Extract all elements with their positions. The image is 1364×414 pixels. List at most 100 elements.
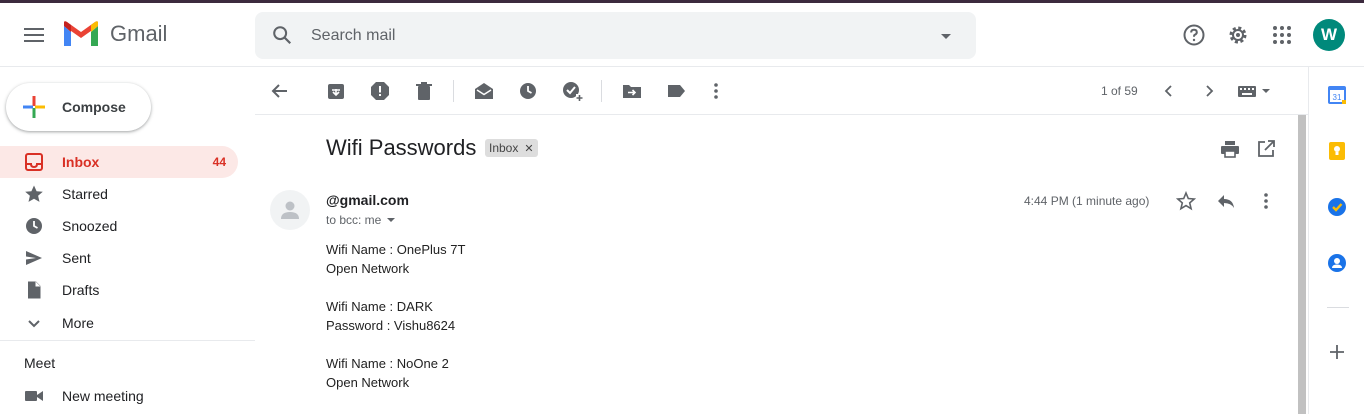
star-icon[interactable] — [1176, 191, 1196, 211]
keep-notes-icon[interactable] — [1327, 141, 1347, 161]
message-view: 1 of 59 Wifi Passwords Inbox ✕ @gmail.co… — [255, 67, 1308, 414]
recipient-line[interactable]: to bcc: me — [326, 213, 397, 227]
top-header: Gmail Search mail W — [0, 3, 1364, 67]
sender-email[interactable]: @gmail.com — [326, 192, 409, 208]
arrow-left-icon — [271, 84, 287, 98]
star-icon — [25, 185, 43, 202]
settings-gear-icon[interactable] — [1226, 23, 1250, 47]
sidebar-item-label: More — [62, 315, 94, 331]
email-body: Wifi Name : OnePlus 7T Open Network Wifi… — [326, 240, 465, 392]
label-chip-text: Inbox — [489, 141, 519, 155]
main-menu-button[interactable] — [18, 19, 50, 51]
toolbar-divider — [453, 80, 454, 102]
clock-icon — [520, 83, 536, 99]
scrollbar-thumb[interactable] — [1298, 115, 1306, 414]
newer-button[interactable] — [1157, 79, 1181, 103]
archive-icon — [328, 84, 344, 99]
more-actions-button[interactable] — [704, 79, 728, 103]
search-options-icon[interactable] — [936, 26, 956, 46]
inbox-label-chip[interactable]: Inbox ✕ — [485, 139, 538, 157]
gmail-logo[interactable]: Gmail — [62, 20, 167, 48]
person-icon — [281, 201, 299, 219]
body-line: Wifi Name : DARK — [326, 299, 433, 314]
more-vert-icon — [714, 83, 718, 99]
delete-button[interactable] — [412, 79, 436, 103]
mark-unread-button[interactable] — [472, 79, 496, 103]
input-tools-button[interactable] — [1235, 79, 1275, 103]
unread-count-badge: 44 — [212, 155, 226, 169]
back-button[interactable] — [268, 79, 292, 103]
send-icon — [26, 251, 42, 265]
keyboard-icon — [1238, 86, 1270, 97]
archive-button[interactable] — [324, 79, 348, 103]
snooze-button[interactable] — [516, 79, 540, 103]
contacts-icon[interactable] — [1327, 253, 1347, 273]
side-panel: 31 — [1308, 67, 1364, 414]
labels-button[interactable] — [664, 79, 688, 103]
sidebar-item-label: Sent — [62, 250, 91, 266]
body-blank-line — [326, 335, 465, 354]
calendar-icon[interactable]: 31 — [1327, 85, 1347, 105]
draft-icon — [28, 281, 41, 299]
account-avatar[interactable]: W — [1313, 19, 1345, 51]
chevron-right-icon — [1206, 85, 1214, 97]
clock-icon — [26, 218, 42, 234]
tasks-icon[interactable] — [1327, 197, 1347, 217]
video-camera-icon — [25, 391, 43, 401]
search-bar[interactable]: Search mail — [255, 12, 976, 59]
sidebar-item-label: Inbox — [62, 154, 100, 170]
body-line: Password : Vishu8624 — [326, 318, 456, 333]
older-button[interactable] — [1197, 79, 1221, 103]
sender-avatar[interactable] — [270, 190, 310, 230]
recipient-text: to bcc: me — [326, 213, 382, 227]
sidebar: Compose Inbox 44 Starred Snoozed Sent Dr… — [0, 67, 255, 414]
hamburger-icon — [24, 28, 44, 42]
body-line: Open Network — [326, 261, 410, 276]
mark-unread-icon — [475, 83, 493, 99]
email-subject: Wifi Passwords — [326, 135, 477, 160]
more-vert-icon[interactable] — [1256, 191, 1276, 211]
sidebar-item-snoozed[interactable]: Snoozed — [0, 210, 238, 242]
gmail-m-icon — [64, 21, 98, 46]
body-line: Open Network — [326, 375, 410, 390]
sidebar-item-sent[interactable]: Sent — [0, 242, 238, 274]
apps-grid-icon[interactable] — [1270, 23, 1294, 47]
svg-text:31: 31 — [1333, 93, 1342, 102]
toolbar-divider — [601, 80, 602, 102]
inbox-icon — [25, 153, 43, 171]
label-icon — [668, 85, 685, 97]
report-spam-button[interactable] — [368, 79, 392, 103]
sidebar-item-starred[interactable]: Starred — [0, 178, 238, 210]
message-toolbar: 1 of 59 — [255, 67, 1308, 115]
sidebar-item-inbox[interactable]: Inbox 44 — [0, 146, 238, 178]
chevron-down-icon[interactable] — [385, 214, 397, 226]
sidebar-item-more[interactable]: More — [0, 307, 238, 339]
meet-section-title: Meet — [24, 355, 56, 371]
chevron-left-icon — [1164, 85, 1172, 97]
app-name: Gmail — [110, 21, 168, 46]
new-meeting-button[interactable]: New meeting — [0, 380, 238, 412]
add-task-icon — [563, 82, 583, 101]
side-panel-divider — [1327, 307, 1349, 308]
print-icon[interactable] — [1220, 139, 1240, 159]
search-input[interactable]: Search mail — [311, 27, 395, 45]
plus-icon — [23, 96, 45, 118]
move-to-folder-icon — [623, 85, 641, 98]
sidebar-item-drafts[interactable]: Drafts — [0, 274, 238, 306]
sidebar-item-label: Snoozed — [62, 218, 118, 234]
help-icon[interactable] — [1182, 23, 1206, 47]
search-icon[interactable] — [271, 24, 293, 46]
sidebar-item-label: Starred — [62, 186, 108, 202]
add-to-tasks-button[interactable] — [560, 79, 584, 103]
spam-icon — [371, 82, 389, 100]
body-line: Wifi Name : NoOne 2 — [326, 356, 449, 371]
open-new-window-icon[interactable] — [1256, 139, 1276, 159]
move-to-button[interactable] — [620, 79, 644, 103]
reply-icon[interactable] — [1216, 191, 1236, 211]
compose-button[interactable]: Compose — [6, 83, 151, 131]
remove-label-icon[interactable]: ✕ — [524, 142, 533, 155]
add-addon-icon[interactable] — [1327, 342, 1347, 362]
trash-icon — [416, 82, 432, 100]
compose-label: Compose — [62, 99, 126, 115]
sidebar-divider — [0, 340, 255, 341]
